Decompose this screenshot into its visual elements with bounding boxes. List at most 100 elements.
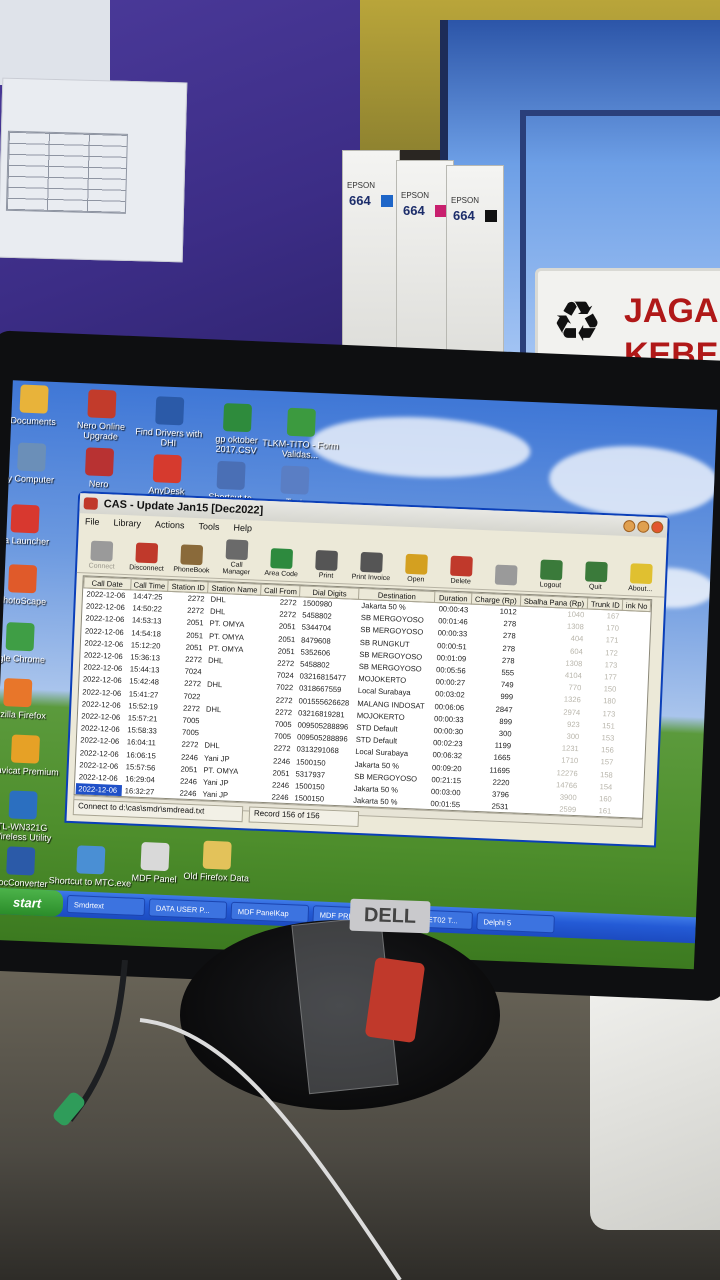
menu-help[interactable]: Help [233, 523, 252, 534]
chrome-icon [5, 622, 35, 652]
toolbar-icon [225, 539, 249, 561]
launcher-icon [10, 504, 40, 534]
wireless-icon [8, 790, 38, 820]
desktop-icon[interactable]: Mozilla Firefox [0, 677, 60, 721]
toolbar-label: Print Invoice [351, 573, 391, 583]
desktop-icon[interactable]: PhotoScape [0, 563, 65, 607]
dell-logo: DELL [349, 898, 431, 934]
toolbar-label: Delete [450, 577, 471, 586]
desktop-icon[interactable]: TLKM-TITO - Form Validas... [258, 407, 344, 461]
paper-table [5, 130, 128, 214]
globe-icon [155, 396, 185, 426]
folder-icon [19, 384, 49, 414]
taskbar-task[interactable]: Delphi 5 [476, 912, 555, 934]
firefox-icon [3, 678, 33, 708]
toolbar-icon [449, 555, 473, 577]
monitor-screen: Documents Nero Online Upgrade Find Drive… [0, 380, 718, 970]
record-count: Record 156 of 156 [248, 806, 360, 828]
desktop-icon[interactable]: ogle Chrome [0, 621, 63, 665]
desktop-icon-label: PhotoScape [0, 594, 47, 607]
minimize-button[interactable] [623, 519, 636, 533]
toolbar-button[interactable]: Print Invoice [350, 551, 392, 583]
table-cell [620, 671, 648, 684]
taskbar-task[interactable]: DATA USER P... [148, 898, 228, 920]
ink-number: 664 [453, 208, 475, 223]
taskbar-task[interactable]: MDF PanelKap [230, 901, 310, 924]
toolbar-label: Disconnect [129, 564, 164, 573]
desktop-icon-label: MDF Panel [131, 872, 177, 885]
toolbar-button[interactable]: Call Manager [216, 539, 258, 577]
toolbar-icon [90, 540, 114, 562]
trash-person-icon: ♻ [552, 290, 603, 353]
word-icon [6, 846, 36, 876]
table-cell [614, 805, 642, 818]
toolbar-icon [629, 563, 653, 585]
menu-actions[interactable]: Actions [155, 519, 185, 530]
toolbar-button[interactable]: Logout [530, 559, 572, 590]
toolbar-button[interactable]: Disconnect [126, 542, 168, 573]
toolbar-button[interactable]: Area Code [261, 548, 303, 579]
menu-tools[interactable]: Tools [198, 521, 219, 532]
desktop-icon-label: gp oktober 2017.CSV [215, 433, 259, 456]
menu-file[interactable]: File [85, 516, 100, 527]
toolbar-label: Print [318, 572, 334, 580]
toolbar-button[interactable]: Quit [575, 561, 617, 592]
toolbar-button[interactable]: Connect [81, 540, 123, 571]
desktop-icon-label: Documents [10, 415, 57, 428]
window-controls [623, 519, 667, 534]
desktop-icon-label: DocConverter [0, 876, 48, 890]
table-cell [622, 623, 650, 636]
toolbar-button[interactable]: PhoneBook [171, 544, 213, 575]
pinned-paper-top [0, 0, 110, 85]
photoscape-icon [7, 564, 38, 594]
ink-swatch [381, 195, 393, 207]
toolbar-icon [584, 561, 608, 583]
computer-icon [17, 442, 47, 472]
toolbar-label [485, 586, 526, 588]
table-cell [621, 647, 649, 660]
desktop-icon[interactable]: Navicat Premium [0, 733, 68, 777]
desktop-icon-label: Find Drivers with DHI [135, 426, 203, 449]
app-title: CAS - Update Jan15 [Dec2022] [103, 498, 264, 517]
close-button[interactable] [651, 521, 664, 534]
csv-file-icon [222, 403, 253, 433]
toolbar-label: Connect [88, 562, 115, 571]
toolbar-button[interactable]: Open [395, 553, 437, 584]
desktop-icon-label: ogle Chrome [0, 652, 46, 665]
ink-box-cyan: EPSON 664 [342, 150, 400, 370]
desktop-icon-label: TLKM-TITO - Form Validas... [262, 437, 339, 461]
table-cell [621, 635, 649, 648]
menu-library[interactable]: Library [113, 518, 141, 529]
toolbar-button[interactable]: About... [620, 563, 662, 594]
toolbar-button[interactable]: Print [305, 550, 347, 581]
phone-app-icon [83, 497, 99, 510]
desktop-icon[interactable]: Old Firefox Data [174, 839, 260, 884]
taskbar-task[interactable]: Smdrtext [66, 894, 146, 917]
maximize-button[interactable] [637, 520, 650, 533]
table-cell: 00:01:55 [430, 799, 461, 810]
white-cable [139, 1018, 402, 1280]
photo-scene: EPSON 664 EPSON 664 EPSON 664 ♻ JAGA KEB… [0, 0, 720, 1280]
toolbar-button[interactable]: Delete [440, 555, 482, 586]
ink-swatch [485, 210, 497, 222]
desktop-icon[interactable]: ira Launcher [0, 503, 68, 547]
test-icon [280, 465, 310, 495]
folder-icon [202, 840, 232, 870]
desktop-icon-label: ira Launcher [0, 534, 50, 547]
start-button[interactable]: start [0, 887, 64, 917]
table-cell [620, 659, 648, 672]
toolbar-label: Quit [588, 583, 602, 592]
toolbar-icon [135, 542, 159, 564]
shortcut-icon [76, 845, 106, 875]
table-cell [618, 708, 646, 721]
toolbar-label: Call Manager [222, 561, 251, 577]
toolbar-button[interactable] [485, 564, 527, 588]
table-cell: 16:32:27 [124, 786, 155, 797]
table-cell [617, 732, 645, 745]
toolbar-icon [315, 550, 339, 571]
desktop-icon-label: y Computer [7, 473, 55, 485]
sign-line-1: JAGA [624, 292, 719, 330]
table-cell [615, 781, 643, 794]
desktop-icon-label: Navicat Premium [0, 764, 59, 778]
desktop-icon[interactable]: TL-WN321G Wireless Utility [0, 789, 66, 843]
